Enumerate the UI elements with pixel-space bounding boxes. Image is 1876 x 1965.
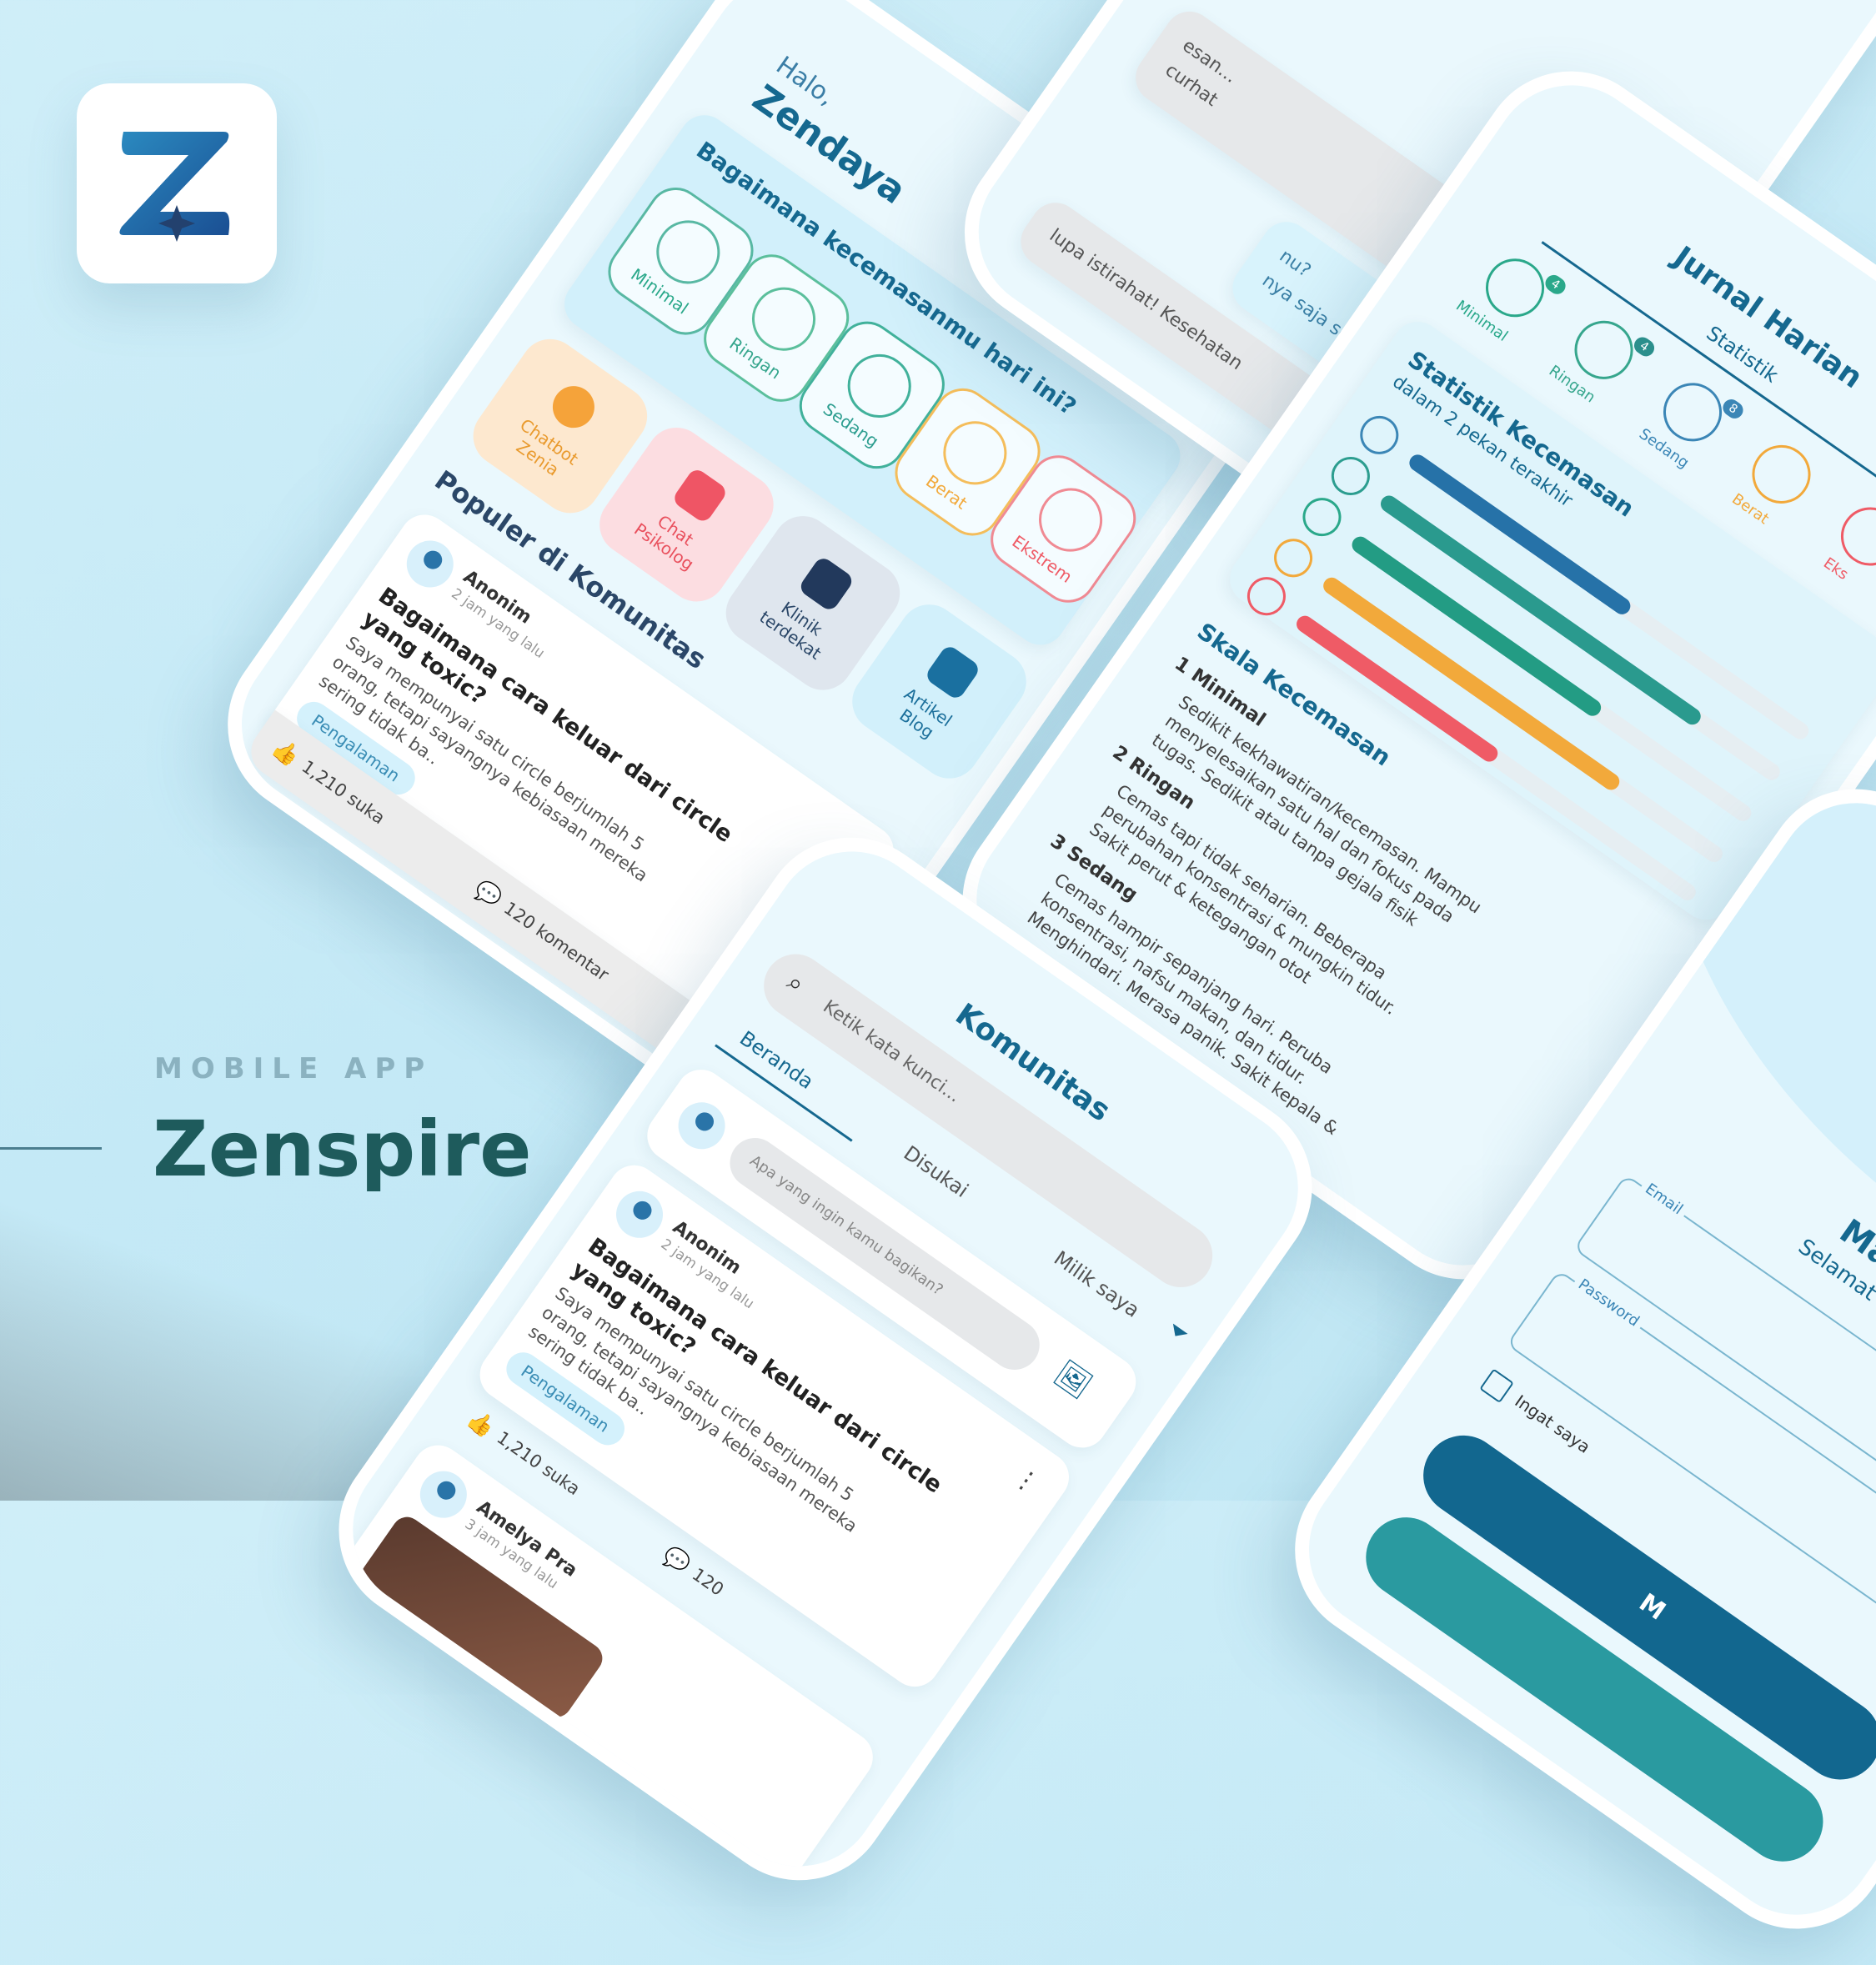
bar-minimal-icon: [1352, 408, 1407, 462]
bar-sedang-icon: [1295, 490, 1349, 544]
ringan-count: 4: [1631, 333, 1658, 360]
image-upload-icon[interactable]: 🖼: [1049, 1356, 1097, 1404]
comment-icon[interactable]: 💬: [469, 876, 506, 912]
minimal-count: 4: [1542, 272, 1569, 298]
tab-disukai[interactable]: Disukai: [900, 1141, 973, 1202]
avatar: [669, 1093, 735, 1159]
app-logo: [77, 83, 277, 283]
bar-berat-icon: [1267, 531, 1321, 585]
avatar: [410, 1461, 476, 1527]
brand-subtitle: MOBILE APP: [154, 1052, 434, 1085]
like-icon[interactable]: 👍: [463, 1406, 499, 1441]
chatbot-icon: [544, 378, 603, 436]
more-options-icon[interactable]: ⋮: [1007, 1461, 1045, 1500]
search-icon: ⌕: [781, 967, 810, 1000]
avatar: [607, 1181, 673, 1247]
sedang-count: 8: [1719, 396, 1747, 422]
bar-ekstrem-icon: [1239, 569, 1293, 624]
tab-beranda[interactable]: Beranda: [735, 1026, 818, 1094]
bar-sedang: [1348, 533, 1755, 825]
bar-ringan: [1377, 492, 1783, 784]
like-icon[interactable]: 👍: [268, 735, 304, 771]
remember-label: Ingat saya: [1511, 1391, 1594, 1457]
article-icon: [923, 643, 982, 702]
brand-divider: [0, 1147, 102, 1150]
map-icon: [797, 554, 855, 614]
brand-title: Zenspire: [153, 1105, 532, 1194]
bar-berat: [1320, 574, 1726, 865]
chat-icon: [670, 466, 730, 525]
remember-checkbox[interactable]: [1479, 1368, 1514, 1404]
bar-ringan-icon: [1323, 449, 1377, 504]
zenspire-logo-icon: [119, 132, 230, 242]
avatar: [397, 531, 463, 597]
comment-icon[interactable]: 💬: [658, 1543, 695, 1579]
filter-icon[interactable]: ⏷: [1161, 1315, 1195, 1350]
